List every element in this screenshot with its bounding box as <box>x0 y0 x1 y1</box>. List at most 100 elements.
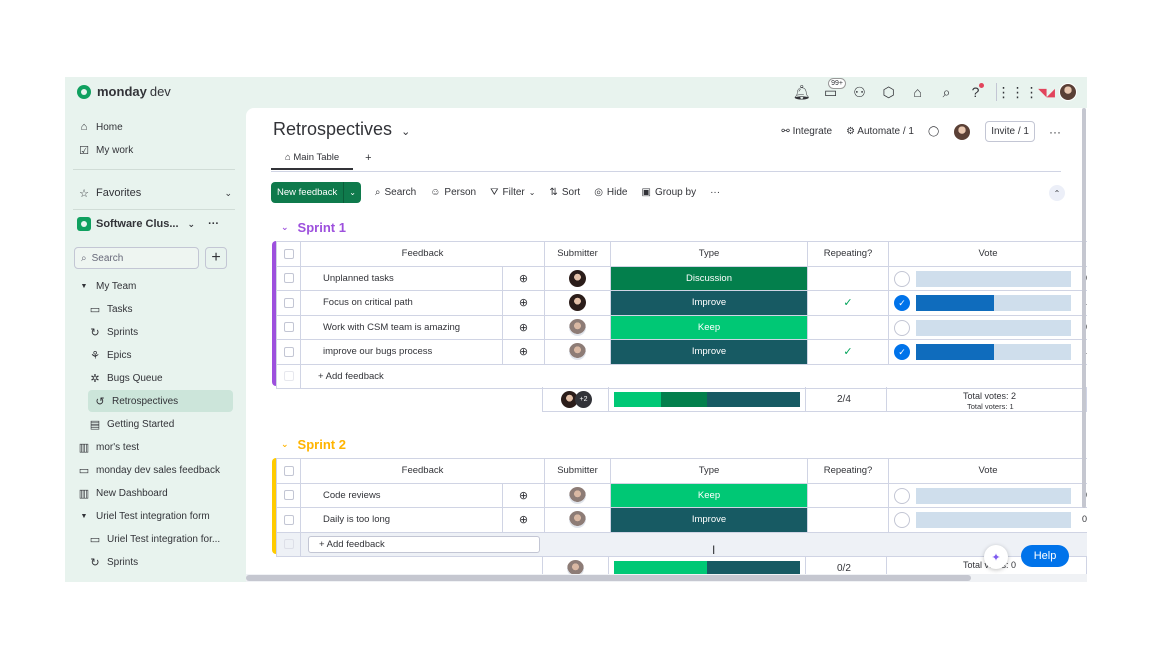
submitter-cell[interactable] <box>544 314 612 340</box>
add-feedback-cell[interactable]: + Add feedback <box>299 531 1087 557</box>
checkbox[interactable] <box>283 465 294 476</box>
column-header[interactable]: Vote <box>888 458 1087 484</box>
sidebar-item-sales-feedback[interactable]: ▭ monday dev sales feedback <box>77 459 232 481</box>
vote-toggle[interactable]: ✓ <box>894 295 911 311</box>
repeating-cell[interactable] <box>807 314 890 340</box>
submitter-cell[interactable] <box>544 290 612 316</box>
add-update-icon[interactable]: ⊕ <box>501 507 546 533</box>
checkbox[interactable] <box>283 297 294 308</box>
add-item-button[interactable]: + <box>205 247 227 269</box>
filter-button[interactable]: ⛛ Filter ⌄ <box>490 187 535 198</box>
column-header[interactable]: Feedback <box>299 241 546 267</box>
vote-toggle[interactable] <box>894 270 911 287</box>
tab-main-table[interactable]: ⌂ Main Table <box>271 152 354 170</box>
repeating-cell[interactable]: ✓ <box>807 339 890 365</box>
column-header[interactable]: Repeating? <box>807 458 890 484</box>
table-row[interactable]: Focus on critical path ⊕ Improve ✓ ✓1 <box>276 290 1087 316</box>
submitter-cell[interactable] <box>544 265 612 291</box>
group-title-sprint-1[interactable]: ⌄ Sprint 1 <box>281 220 346 235</box>
search-icon[interactable]: ⌕ <box>932 81 961 103</box>
add-update-icon[interactable]: ⊕ <box>501 482 546 508</box>
ai-assistant-button[interactable]: ✦ <box>984 545 1008 569</box>
add-view-button[interactable]: + <box>365 152 371 170</box>
automate-button[interactable]: ⚙ Automate / 1 <box>846 126 914 137</box>
avatar[interactable] <box>953 122 972 141</box>
submitter-cell[interactable] <box>544 507 612 533</box>
vote-toggle[interactable] <box>894 487 911 504</box>
add-update-icon[interactable]: ⊕ <box>501 314 546 340</box>
apps-icon[interactable]: ⬡ <box>874 81 903 103</box>
sidebar-item-bugs-queue[interactable]: ✲ Bugs Queue <box>88 367 243 389</box>
status-cell[interactable]: Keep <box>610 314 809 340</box>
column-header[interactable]: Type <box>610 458 809 484</box>
checkbox[interactable] <box>283 273 294 284</box>
monday-logo[interactable]: monday dev <box>77 84 171 99</box>
feedback-cell[interactable]: improve our bugs process <box>300 339 503 365</box>
add-update-icon[interactable]: ⊕ <box>501 290 546 316</box>
add-feedback-input[interactable]: + Add feedback <box>299 363 1087 389</box>
feedback-cell[interactable]: Focus on critical path <box>300 290 503 316</box>
feedback-cell[interactable]: Work with CSM team is amazing <box>300 314 503 340</box>
sidebar-folder-my-team[interactable]: ▼ My Team <box>77 275 232 297</box>
column-header[interactable]: Type <box>610 241 809 267</box>
vote-cell[interactable]: ✓1 <box>888 290 1087 316</box>
chevron-down-icon[interactable]: ⌄ <box>344 188 361 197</box>
sidebar-item-getting-started[interactable]: ▤ Getting Started <box>88 413 243 435</box>
vote-toggle[interactable] <box>894 319 911 336</box>
sidebar-item-retrospectives[interactable]: ↺ Retrospectives <box>88 390 233 412</box>
feedback-cell[interactable]: Unplanned tasks <box>300 265 503 291</box>
table-row[interactable]: improve our bugs process ⊕ Improve ✓ ✓1 <box>276 339 1087 365</box>
column-header[interactable]: Feedback <box>299 458 546 484</box>
help-icon[interactable]: ? <box>961 81 990 103</box>
inbox-icon[interactable]: ▭ 99+ <box>816 78 846 103</box>
sidebar-folder-uriel[interactable]: ▼ Uriel Test integration form <box>77 505 232 527</box>
vote-toggle[interactable]: ✓ <box>894 344 911 360</box>
status-cell[interactable]: Discussion <box>610 265 809 291</box>
board-title[interactable]: Retrospectives ⌄ <box>273 119 410 140</box>
select-all-cell[interactable] <box>276 241 301 267</box>
invite-button[interactable]: Invite / 1 <box>985 121 1035 142</box>
vote-cell[interactable]: 0 <box>888 265 1087 291</box>
table-row[interactable]: Unplanned tasks ⊕ Discussion 0 <box>276 265 1087 291</box>
table-row[interactable]: Work with CSM team is amazing ⊕ Keep 0 <box>276 314 1087 340</box>
repeating-cell[interactable] <box>807 482 890 508</box>
checkbox[interactable] <box>283 346 294 357</box>
column-header[interactable]: Submitter <box>544 458 612 484</box>
hide-button[interactable]: ◎ Hide <box>594 187 627 198</box>
type-distribution-bar[interactable] <box>614 392 800 407</box>
help-button[interactable]: Help <box>1021 545 1069 567</box>
checkbox[interactable] <box>283 514 294 525</box>
sidebar-item-epics[interactable]: ⚘ Epics <box>88 344 243 366</box>
vote-cell[interactable]: 0 <box>888 507 1087 533</box>
marketplace-icon[interactable]: ⌂ <box>903 81 932 103</box>
repeating-cell[interactable] <box>807 507 890 533</box>
sort-button[interactable]: ⇅ Sort <box>549 187 580 198</box>
submitter-summary[interactable]: +2 <box>561 391 592 408</box>
add-feedback-input[interactable]: + Add feedback <box>308 535 540 553</box>
repeating-cell[interactable] <box>807 265 890 291</box>
feedback-cell[interactable]: Daily is too long <box>300 507 503 533</box>
vote-cell[interactable]: 0 <box>888 482 1087 508</box>
more-icon[interactable]: ··· <box>710 187 720 198</box>
workspace-selector[interactable]: Software Clus... ⌄ ··· <box>77 217 237 231</box>
column-header[interactable]: Vote <box>888 241 1087 267</box>
column-header[interactable]: Repeating? <box>807 241 890 267</box>
status-cell[interactable]: Keep <box>610 482 809 508</box>
sidebar-item-tasks[interactable]: ▭ Tasks <box>88 298 243 320</box>
vertical-scrollbar[interactable] <box>1082 108 1086 508</box>
vote-cell[interactable]: 0 <box>888 314 1087 340</box>
table-row[interactable]: Daily is too long ⊕ Improve 0 <box>276 507 1087 533</box>
add-update-icon[interactable]: ⊕ <box>501 339 546 365</box>
person-filter-button[interactable]: ☺ Person <box>430 187 476 198</box>
invite-member-icon[interactable]: ⚇ <box>845 81 874 103</box>
search-button[interactable]: ⌕ Search <box>375 187 416 198</box>
status-cell[interactable]: Improve <box>610 290 809 316</box>
more-icon[interactable]: ··· <box>208 218 219 230</box>
add-item-row[interactable]: + Add feedback <box>276 531 1087 557</box>
select-all-cell[interactable] <box>276 458 301 484</box>
new-feedback-button[interactable]: New feedback ⌄ <box>271 182 361 203</box>
comment-icon[interactable]: ◯ <box>928 126 939 137</box>
repeating-cell[interactable]: ✓ <box>807 290 890 316</box>
integrate-button[interactable]: ⚯ Integrate <box>781 126 832 137</box>
sidebar-item-my-work[interactable]: ☑ My work <box>77 139 232 161</box>
